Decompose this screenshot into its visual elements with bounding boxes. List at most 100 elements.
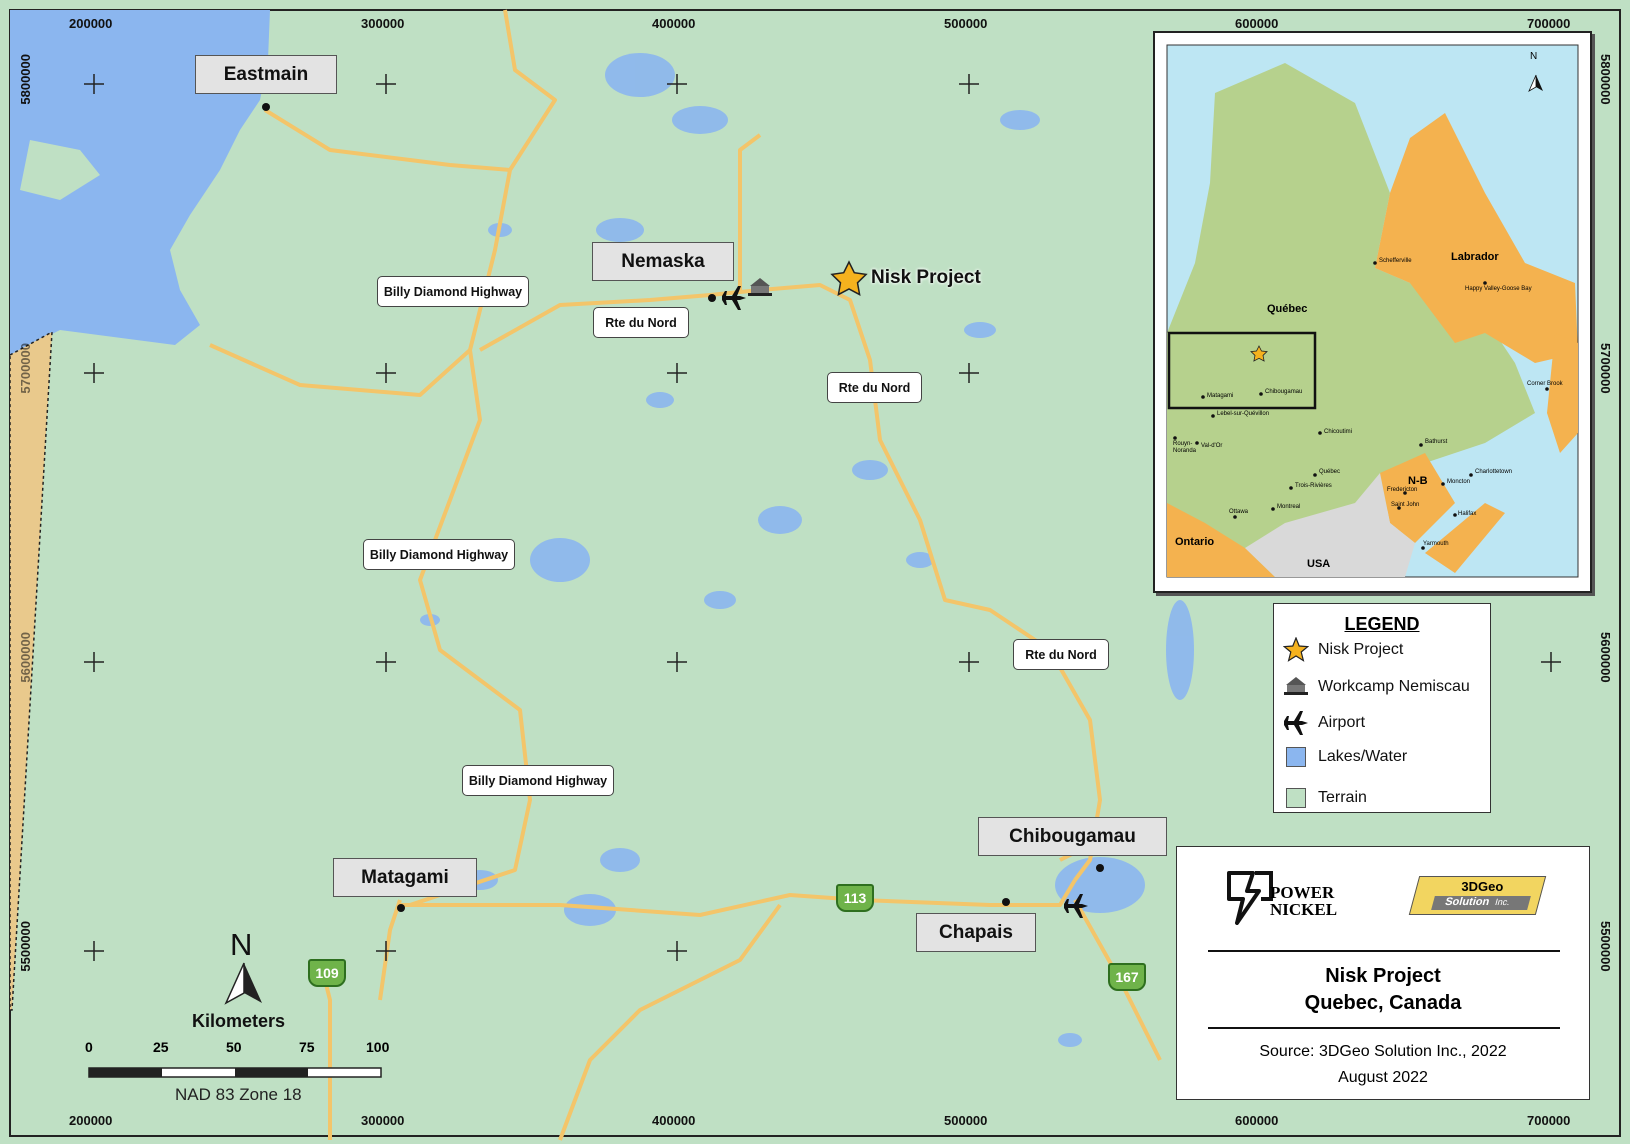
legend-item: Airport [1282,710,1365,736]
road-label-billy-diamond: Billy Diamond Highway [377,276,529,307]
3dgeo-logo-text: 3DGeo [1461,879,1504,894]
3dgeo-logo-text: Inc. [1493,897,1512,907]
northing-left-label: 5600000 [18,632,33,683]
easting-bottom-label: 400000 [652,1113,696,1128]
northing-right-label: 5800000 [1598,54,1613,105]
inset-town-label: Saint John [1391,502,1420,508]
inset-town-label: Ottawa [1229,509,1249,515]
inset-town-label: Val-d'Or [1201,443,1223,449]
northing-right-label: 5700000 [1598,343,1613,394]
inset-town-label: Happy Valley-Goose Bay [1465,286,1532,292]
inset-town-label: Moncton [1447,479,1471,485]
easting-top-label: 500000 [944,16,988,31]
northing-left-label: 5800000 [18,54,33,105]
project-label: Nisk Project [871,267,981,288]
inset-town-label: Schefferville [1379,258,1412,264]
terrain-swatch [1282,785,1310,811]
place-label-chibougamau: Chibougamau [978,817,1167,856]
inset-town-label: Bathurst [1425,439,1448,445]
title-rule [1208,950,1560,952]
scale-tick-label: 0 [85,1039,93,1055]
road-label-rte-du-nord: Rte du Nord [1013,639,1109,670]
title-block: POWER NICKEL 3DGeo Solution Inc. Nisk Pr… [1176,846,1590,1100]
inset-town-label: Charlottetown [1475,469,1513,475]
legend-item: Terrain [1282,785,1367,811]
place-label-chapais: Chapais [916,913,1036,952]
easting-bottom-label: 700000 [1527,1113,1571,1128]
highway-shield-167: 167 [1108,963,1146,991]
northing-left-label: 5700000 [18,343,33,394]
legend-item-label: Workcamp Nemiscau [1318,678,1470,695]
inset-town-label: Fredericton [1387,487,1418,493]
scale-tick-label: 100 [366,1039,390,1055]
place-label-eastmain: Eastmain [195,55,337,94]
inset-town-label: Québec [1319,469,1341,475]
legend-item-label: Terrain [1318,789,1367,806]
date-text: August 2022 [1338,1069,1428,1086]
place-label-matagami: Matagami [333,858,477,897]
road-label-rte-du-nord: Rte du Nord [827,372,922,403]
legend-item-label: Lakes/Water [1318,748,1408,765]
legend: LEGEND Nisk Project Workcamp Nemiscau Ai… [1273,603,1491,813]
map-page: 200000 300000 400000 500000 600000 70000… [0,0,1630,1144]
road-label-billy-diamond: Billy Diamond Highway [363,539,515,570]
inset-town-label: Chicoutimi [1324,429,1353,435]
northing-right-label: 5600000 [1598,632,1613,683]
place-label-nemaska: Nemaska [592,242,734,281]
scale-tick-label: 25 [153,1039,169,1055]
3dgeo-logo: 3DGeo Solution Inc. [1408,876,1547,915]
source-text: Source: 3DGeo Solution Inc., 2022 [1259,1043,1507,1060]
inset-town-label: Chibougamau [1265,389,1303,395]
road-label-billy-diamond: Billy Diamond Highway [462,765,614,796]
inset-town-label: Trois-Rivières [1295,483,1332,489]
north-letter: N [230,927,253,962]
inset-map-graphic [1166,44,1579,578]
inset-region-label: Québec [1267,303,1308,315]
northing-right-label: 5500000 [1598,921,1613,972]
projection-label: NAD 83 Zone 18 [175,1085,302,1104]
inset-town-label: Matagami [1207,393,1234,399]
inset-map: N Québec Labrador Ontario N-B USA Scheff… [1153,31,1592,593]
legend-item-label: Nisk Project [1318,641,1404,658]
title-rule [1208,1027,1560,1029]
3dgeo-logo-text: Solution [1443,896,1491,908]
scale-units-label: Kilometers [192,1011,286,1031]
legend-item: Workcamp Nemiscau [1282,674,1470,700]
workcamp-icon [1282,674,1310,700]
scale-tick-label: 50 [226,1039,242,1055]
inset-town-label: Yarmouth [1423,541,1449,547]
easting-top-label: 300000 [361,16,405,31]
easting-bottom-label: 300000 [361,1113,405,1128]
water-swatch [1282,744,1310,770]
inset-town-label: Corner Brook [1527,381,1563,387]
inset-region-label: Ontario [1175,536,1215,548]
inset-region-label: N-B [1408,475,1428,487]
easting-top-label: 700000 [1527,16,1571,31]
inset-town-label: Rouyn-Noranda [1173,441,1197,454]
inset-region-label: Labrador [1451,251,1499,263]
legend-item-label: Airport [1318,714,1366,731]
northing-left-label: 5500000 [18,921,33,972]
legend-item: Lakes/Water [1282,744,1407,770]
power-nickel-logo-text: NICKEL [1270,900,1338,919]
easting-bottom-label: 200000 [69,1113,113,1128]
highway-shield-113: 113 [836,884,874,912]
scale-bar [88,1067,382,1078]
legend-title: LEGEND [1344,614,1420,634]
easting-top-label: 400000 [652,16,696,31]
scale-tick-label: 75 [299,1039,315,1055]
inset-town-label: Halifax [1458,511,1477,517]
inset-region-label: USA [1307,558,1331,570]
easting-top-label: 600000 [1235,16,1279,31]
inset-town-label: Montreal [1277,504,1301,510]
inset-north-letter: N [1530,51,1538,62]
airport-icon [1282,710,1310,736]
road-label-rte-du-nord: Rte du Nord [593,307,689,338]
star-icon [1282,637,1310,663]
easting-bottom-label: 500000 [944,1113,988,1128]
3dgeo-logo-bar: Solution Inc. [1431,896,1531,910]
power-nickel-logo-icon [1227,871,1273,925]
map-title: Nisk Project [1325,965,1441,987]
easting-bottom-label: 600000 [1235,1113,1279,1128]
legend-item: Nisk Project [1282,637,1403,663]
